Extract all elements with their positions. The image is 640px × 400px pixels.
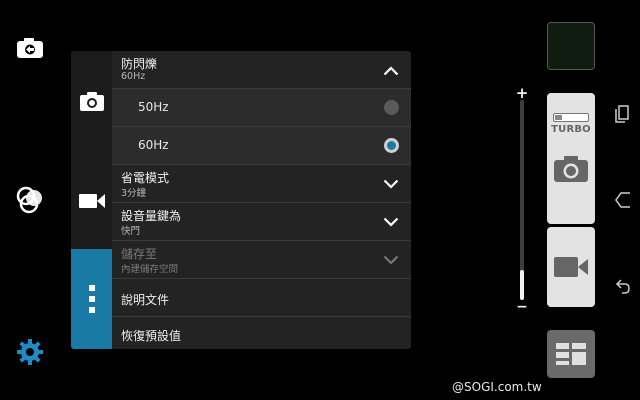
camera-icon bbox=[79, 92, 104, 111]
gallery-thumbnail[interactable] bbox=[547, 22, 595, 70]
setting-value: 內建儲存空間 bbox=[121, 264, 179, 275]
grid-icon bbox=[556, 343, 586, 365]
radio-selected[interactable] bbox=[384, 138, 399, 153]
back-icon[interactable] bbox=[613, 276, 633, 296]
chevron-up-icon[interactable] bbox=[383, 66, 399, 76]
chevron-down-icon[interactable] bbox=[383, 179, 399, 189]
setting-reset[interactable]: 恢復預設值 bbox=[112, 317, 411, 349]
turbo-label: TURBO bbox=[551, 124, 591, 135]
setting-value: 60Hz bbox=[121, 71, 146, 82]
chevron-down-icon bbox=[383, 255, 399, 265]
option-label: 60Hz bbox=[138, 138, 169, 152]
setting-title: 防閃爍 bbox=[121, 57, 158, 71]
tab-video[interactable] bbox=[71, 175, 112, 227]
settings-tabs bbox=[71, 51, 112, 349]
setting-title: 設音量鍵為 bbox=[121, 209, 182, 223]
option-50hz[interactable]: 50Hz bbox=[112, 89, 411, 127]
settings-list: 防閃爍 60Hz 50Hz 60Hz 省電模式 3分鐘 設音量鍵為 快門 儲存至… bbox=[112, 51, 411, 349]
tab-camera[interactable] bbox=[71, 75, 112, 127]
video-icon bbox=[78, 194, 105, 208]
setting-value: 快門 bbox=[121, 226, 141, 237]
camera-mode-button[interactable] bbox=[547, 330, 595, 378]
shutter-button[interactable]: TURBO bbox=[547, 93, 595, 224]
setting-value: 3分鐘 bbox=[121, 188, 147, 199]
setting-volume-key[interactable]: 設音量鍵為 快門 bbox=[112, 203, 411, 241]
more-vertical-icon bbox=[88, 285, 95, 313]
tab-more[interactable] bbox=[71, 249, 112, 349]
option-label: 50Hz bbox=[138, 100, 169, 114]
setting-title: 儲存至 bbox=[121, 247, 158, 261]
setting-title: 恢復預設值 bbox=[121, 329, 182, 343]
option-60hz[interactable]: 60Hz bbox=[112, 127, 411, 165]
setting-help[interactable]: 說明文件 bbox=[112, 279, 411, 317]
home-icon[interactable] bbox=[613, 190, 633, 210]
setting-title: 省電模式 bbox=[121, 171, 170, 185]
record-video-button[interactable] bbox=[547, 227, 595, 307]
settings-panel: 防閃爍 60Hz 50Hz 60Hz 省電模式 3分鐘 設音量鍵為 快門 儲存至… bbox=[71, 51, 411, 349]
recent-apps-icon[interactable] bbox=[613, 104, 633, 124]
chevron-down-icon[interactable] bbox=[383, 217, 399, 227]
camera-icon bbox=[554, 156, 588, 182]
setting-power-saving[interactable]: 省電模式 3分鐘 bbox=[112, 165, 411, 203]
zoom-level-fill bbox=[520, 270, 524, 300]
settings-icon[interactable] bbox=[12, 334, 48, 370]
setting-title: 說明文件 bbox=[121, 293, 170, 307]
video-icon bbox=[554, 257, 588, 277]
filters-icon[interactable] bbox=[12, 182, 48, 218]
radio-unselected[interactable] bbox=[384, 100, 399, 115]
zoom-out-button[interactable]: − bbox=[514, 299, 530, 315]
setting-anti-flicker[interactable]: 防閃爍 60Hz bbox=[112, 51, 411, 89]
turbo-indicator bbox=[553, 113, 589, 122]
setting-save-location: 儲存至 內建儲存空間 bbox=[112, 241, 411, 279]
watermark: @SOGI.com.tw bbox=[452, 380, 542, 394]
switch-camera-icon[interactable] bbox=[12, 30, 48, 66]
